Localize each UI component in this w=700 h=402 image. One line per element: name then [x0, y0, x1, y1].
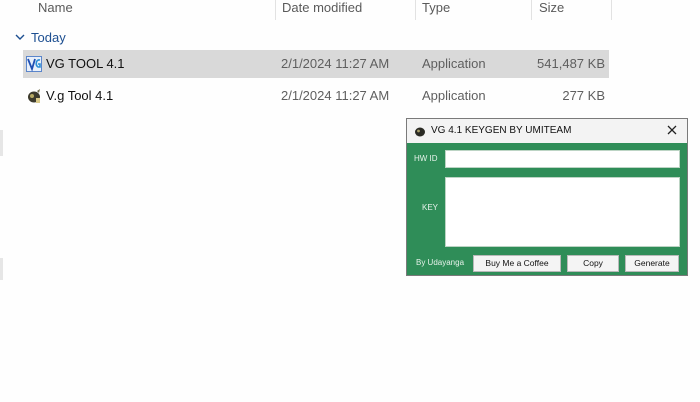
- group-header-label: Today: [31, 29, 66, 45]
- keygen-title: VG 4.1 KEYGEN BY UMITEAM: [431, 125, 572, 136]
- file-date: 2/1/2024 11:27 AM: [281, 88, 390, 103]
- hwid-input[interactable]: [445, 150, 680, 168]
- column-header: Name Date modified Type Size: [0, 0, 700, 20]
- column-type[interactable]: Type: [422, 0, 450, 20]
- generate-button[interactable]: Generate: [625, 255, 679, 272]
- key-label: KEY: [422, 203, 439, 212]
- file-type: Application: [422, 56, 486, 71]
- close-icon[interactable]: [665, 123, 679, 137]
- column-separator[interactable]: [415, 0, 416, 20]
- author-label: By Udayanga: [416, 258, 465, 267]
- group-header-today[interactable]: Today: [14, 28, 66, 46]
- hwid-label: HW ID: [414, 154, 438, 163]
- keygen-logo-icon: [415, 127, 425, 137]
- file-size: 277 KB: [562, 88, 605, 103]
- column-separator[interactable]: [531, 0, 532, 20]
- vg-app-icon: [26, 56, 42, 72]
- copy-button[interactable]: Copy: [567, 255, 619, 272]
- keygen-titlebar[interactable]: VG 4.1 KEYGEN BY UMITEAM: [407, 119, 687, 143]
- keygen-app-icon: [28, 89, 40, 103]
- scrollbar-mark: [0, 258, 3, 280]
- file-size: 541,487 KB: [537, 56, 605, 71]
- scrollbar-mark: [0, 130, 3, 156]
- file-type: Application: [422, 88, 486, 103]
- column-date-modified[interactable]: Date modified: [282, 0, 362, 20]
- chevron-down-icon: [15, 34, 25, 40]
- file-name: VG TOOL 4.1: [46, 56, 125, 71]
- file-row[interactable]: VG TOOL 4.1 2/1/2024 11:27 AM Applicatio…: [23, 50, 609, 78]
- file-name: V.g Tool 4.1: [46, 88, 114, 103]
- keygen-footer: By Udayanga Buy Me a Coffee Copy Generat…: [407, 251, 687, 275]
- column-size[interactable]: Size: [539, 0, 564, 20]
- keygen-window: VG 4.1 KEYGEN BY UMITEAM HW ID KEY By Ud…: [406, 118, 688, 276]
- key-textarea[interactable]: [445, 177, 680, 247]
- column-name[interactable]: Name: [38, 0, 73, 20]
- file-row[interactable]: V.g Tool 4.1 2/1/2024 11:27 AM Applicati…: [23, 82, 609, 110]
- column-separator[interactable]: [275, 0, 276, 20]
- file-date: 2/1/2024 11:27 AM: [281, 56, 390, 71]
- column-separator[interactable]: [611, 0, 612, 20]
- buy-coffee-button[interactable]: Buy Me a Coffee: [473, 255, 561, 272]
